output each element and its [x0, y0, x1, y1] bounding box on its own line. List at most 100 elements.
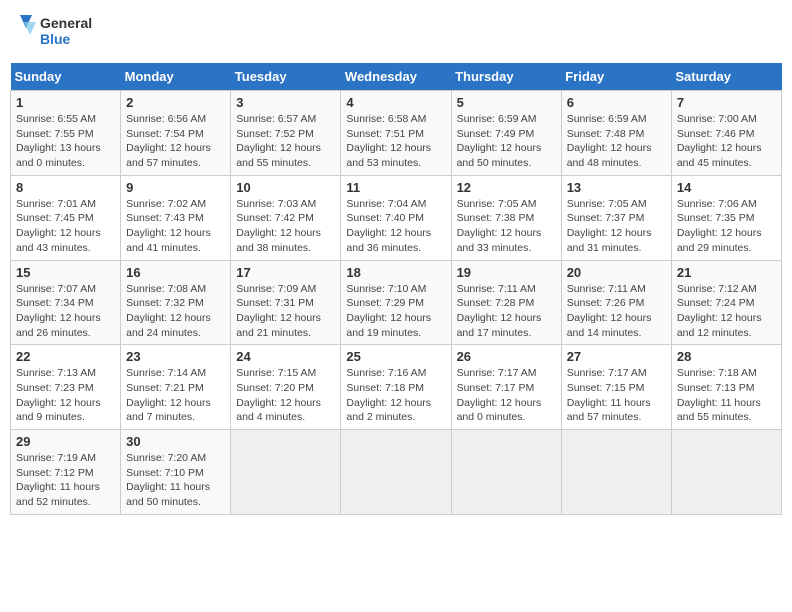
- day-info: Sunrise: 7:19 AM Sunset: 7:12 PM Dayligh…: [16, 451, 115, 510]
- calendar-week: 15 Sunrise: 7:07 AM Sunset: 7:34 PM Dayli…: [11, 260, 782, 345]
- day-number: 15: [16, 265, 115, 280]
- day-number: 26: [457, 349, 556, 364]
- day-info: Sunrise: 7:10 AM Sunset: 7:29 PM Dayligh…: [346, 282, 445, 341]
- calendar-cell: 7 Sunrise: 7:00 AM Sunset: 7:46 PM Daylig…: [671, 91, 781, 176]
- calendar-cell: 17 Sunrise: 7:09 AM Sunset: 7:31 PM Dayli…: [231, 260, 341, 345]
- calendar-cell: 13Sunrise: 7:05 AM Sunset: 7:37 PM Dayli…: [561, 175, 671, 260]
- calendar-cell: 24Sunrise: 7:15 AM Sunset: 7:20 PM Dayli…: [231, 345, 341, 430]
- day-info: Sunrise: 7:01 AM Sunset: 7:45 PM Dayligh…: [16, 197, 115, 256]
- day-info: Sunrise: 7:11 AM Sunset: 7:26 PM Dayligh…: [567, 282, 666, 341]
- calendar-cell: 18 Sunrise: 7:10 AM Sunset: 7:29 PM Dayli…: [341, 260, 451, 345]
- calendar-cell: 4 Sunrise: 6:58 AM Sunset: 7:51 PM Daylig…: [341, 91, 451, 176]
- weekday-header: Tuesday: [231, 63, 341, 91]
- calendar-cell: 9 Sunrise: 7:02 AM Sunset: 7:43 PM Daylig…: [121, 175, 231, 260]
- day-number: 11: [346, 180, 445, 195]
- day-info: Sunrise: 7:04 AM Sunset: 7:40 PM Dayligh…: [346, 197, 445, 256]
- day-info: Sunrise: 7:07 AM Sunset: 7:34 PM Dayligh…: [16, 282, 115, 341]
- calendar-cell: 23 Sunrise: 7:14 AM Sunset: 7:21 PM Dayli…: [121, 345, 231, 430]
- day-info: Sunrise: 7:06 AM Sunset: 7:35 PM Dayligh…: [677, 197, 776, 256]
- weekday-header: Friday: [561, 63, 671, 91]
- calendar-header: SundayMondayTuesdayWednesdayThursdayFrid…: [11, 63, 782, 91]
- calendar-cell: 5 Sunrise: 6:59 AM Sunset: 7:49 PM Daylig…: [451, 91, 561, 176]
- day-number: 18: [346, 265, 445, 280]
- calendar-cell: 1 Sunrise: 6:55 AM Sunset: 7:55 PM Daylig…: [11, 91, 121, 176]
- calendar-cell: 2Sunrise: 6:56 AM Sunset: 7:54 PM Daylig…: [121, 91, 231, 176]
- calendar-week: 22 Sunrise: 7:13 AM Sunset: 7:23 PM Dayli…: [11, 345, 782, 430]
- svg-text:General: General: [40, 15, 92, 31]
- logo: General Blue: [10, 10, 100, 55]
- calendar-cell: 14 Sunrise: 7:06 AM Sunset: 7:35 PM Dayli…: [671, 175, 781, 260]
- calendar-table: SundayMondayTuesdayWednesdayThursdayFrid…: [10, 63, 782, 515]
- day-info: Sunrise: 7:03 AM Sunset: 7:42 PM Dayligh…: [236, 197, 335, 256]
- weekday-header: Thursday: [451, 63, 561, 91]
- svg-text:Blue: Blue: [40, 31, 71, 47]
- calendar-cell: [561, 430, 671, 515]
- day-number: 7: [677, 95, 776, 110]
- calendar-cell: 15 Sunrise: 7:07 AM Sunset: 7:34 PM Dayli…: [11, 260, 121, 345]
- day-number: 1: [16, 95, 115, 110]
- day-number: 23: [126, 349, 225, 364]
- day-number: 19: [457, 265, 556, 280]
- day-info: Sunrise: 7:17 AM Sunset: 7:15 PM Dayligh…: [567, 366, 666, 425]
- day-number: 9: [126, 180, 225, 195]
- day-number: 6: [567, 95, 666, 110]
- day-info: Sunrise: 7:14 AM Sunset: 7:21 PM Dayligh…: [126, 366, 225, 425]
- day-info: Sunrise: 7:17 AM Sunset: 7:17 PM Dayligh…: [457, 366, 556, 425]
- day-info: Sunrise: 6:59 AM Sunset: 7:49 PM Dayligh…: [457, 112, 556, 171]
- day-number: 25: [346, 349, 445, 364]
- day-number: 27: [567, 349, 666, 364]
- day-number: 14: [677, 180, 776, 195]
- calendar-cell: 28 Sunrise: 7:18 AM Sunset: 7:13 PM Dayli…: [671, 345, 781, 430]
- calendar-cell: 30Sunrise: 7:20 AM Sunset: 7:10 PM Dayli…: [121, 430, 231, 515]
- calendar-cell: 22 Sunrise: 7:13 AM Sunset: 7:23 PM Dayli…: [11, 345, 121, 430]
- day-info: Sunrise: 6:58 AM Sunset: 7:51 PM Dayligh…: [346, 112, 445, 171]
- calendar-cell: 21Sunrise: 7:12 AM Sunset: 7:24 PM Dayli…: [671, 260, 781, 345]
- calendar-cell: [341, 430, 451, 515]
- day-number: 3: [236, 95, 335, 110]
- day-info: Sunrise: 7:09 AM Sunset: 7:31 PM Dayligh…: [236, 282, 335, 341]
- calendar-cell: 12Sunrise: 7:05 AM Sunset: 7:38 PM Dayli…: [451, 175, 561, 260]
- day-info: Sunrise: 7:05 AM Sunset: 7:38 PM Dayligh…: [457, 197, 556, 256]
- weekday-header: Sunday: [11, 63, 121, 91]
- calendar-cell: 19Sunrise: 7:11 AM Sunset: 7:28 PM Dayli…: [451, 260, 561, 345]
- day-number: 4: [346, 95, 445, 110]
- weekday-header: Monday: [121, 63, 231, 91]
- day-number: 28: [677, 349, 776, 364]
- weekday-header: Wednesday: [341, 63, 451, 91]
- day-info: Sunrise: 7:02 AM Sunset: 7:43 PM Dayligh…: [126, 197, 225, 256]
- day-number: 5: [457, 95, 556, 110]
- day-number: 10: [236, 180, 335, 195]
- day-number: 24: [236, 349, 335, 364]
- day-info: Sunrise: 7:13 AM Sunset: 7:23 PM Dayligh…: [16, 366, 115, 425]
- calendar-cell: [671, 430, 781, 515]
- day-number: 20: [567, 265, 666, 280]
- calendar-cell: 6 Sunrise: 6:59 AM Sunset: 7:48 PM Daylig…: [561, 91, 671, 176]
- calendar-week: 29Sunrise: 7:19 AM Sunset: 7:12 PM Dayli…: [11, 430, 782, 515]
- calendar-week: 8Sunrise: 7:01 AM Sunset: 7:45 PM Daylig…: [11, 175, 782, 260]
- day-number: 22: [16, 349, 115, 364]
- calendar-cell: 11 Sunrise: 7:04 AM Sunset: 7:40 PM Dayli…: [341, 175, 451, 260]
- day-number: 2: [126, 95, 225, 110]
- calendar-cell: [231, 430, 341, 515]
- calendar-cell: 10 Sunrise: 7:03 AM Sunset: 7:42 PM Dayli…: [231, 175, 341, 260]
- calendar-cell: 20 Sunrise: 7:11 AM Sunset: 7:26 PM Dayli…: [561, 260, 671, 345]
- day-number: 30: [126, 434, 225, 449]
- calendar-cell: 25 Sunrise: 7:16 AM Sunset: 7:18 PM Dayli…: [341, 345, 451, 430]
- day-number: 16: [126, 265, 225, 280]
- day-info: Sunrise: 7:16 AM Sunset: 7:18 PM Dayligh…: [346, 366, 445, 425]
- calendar-cell: 16Sunrise: 7:08 AM Sunset: 7:32 PM Dayli…: [121, 260, 231, 345]
- calendar-cell: [451, 430, 561, 515]
- day-info: Sunrise: 7:00 AM Sunset: 7:46 PM Dayligh…: [677, 112, 776, 171]
- calendar-cell: 3 Sunrise: 6:57 AM Sunset: 7:52 PM Daylig…: [231, 91, 341, 176]
- day-info: Sunrise: 7:18 AM Sunset: 7:13 PM Dayligh…: [677, 366, 776, 425]
- calendar-week: 1 Sunrise: 6:55 AM Sunset: 7:55 PM Daylig…: [11, 91, 782, 176]
- day-info: Sunrise: 6:55 AM Sunset: 7:55 PM Dayligh…: [16, 112, 115, 171]
- day-info: Sunrise: 7:05 AM Sunset: 7:37 PM Dayligh…: [567, 197, 666, 256]
- day-number: 17: [236, 265, 335, 280]
- calendar-cell: 8Sunrise: 7:01 AM Sunset: 7:45 PM Daylig…: [11, 175, 121, 260]
- weekday-header: Saturday: [671, 63, 781, 91]
- day-info: Sunrise: 6:57 AM Sunset: 7:52 PM Dayligh…: [236, 112, 335, 171]
- calendar-cell: 29Sunrise: 7:19 AM Sunset: 7:12 PM Dayli…: [11, 430, 121, 515]
- day-info: Sunrise: 6:59 AM Sunset: 7:48 PM Dayligh…: [567, 112, 666, 171]
- day-number: 21: [677, 265, 776, 280]
